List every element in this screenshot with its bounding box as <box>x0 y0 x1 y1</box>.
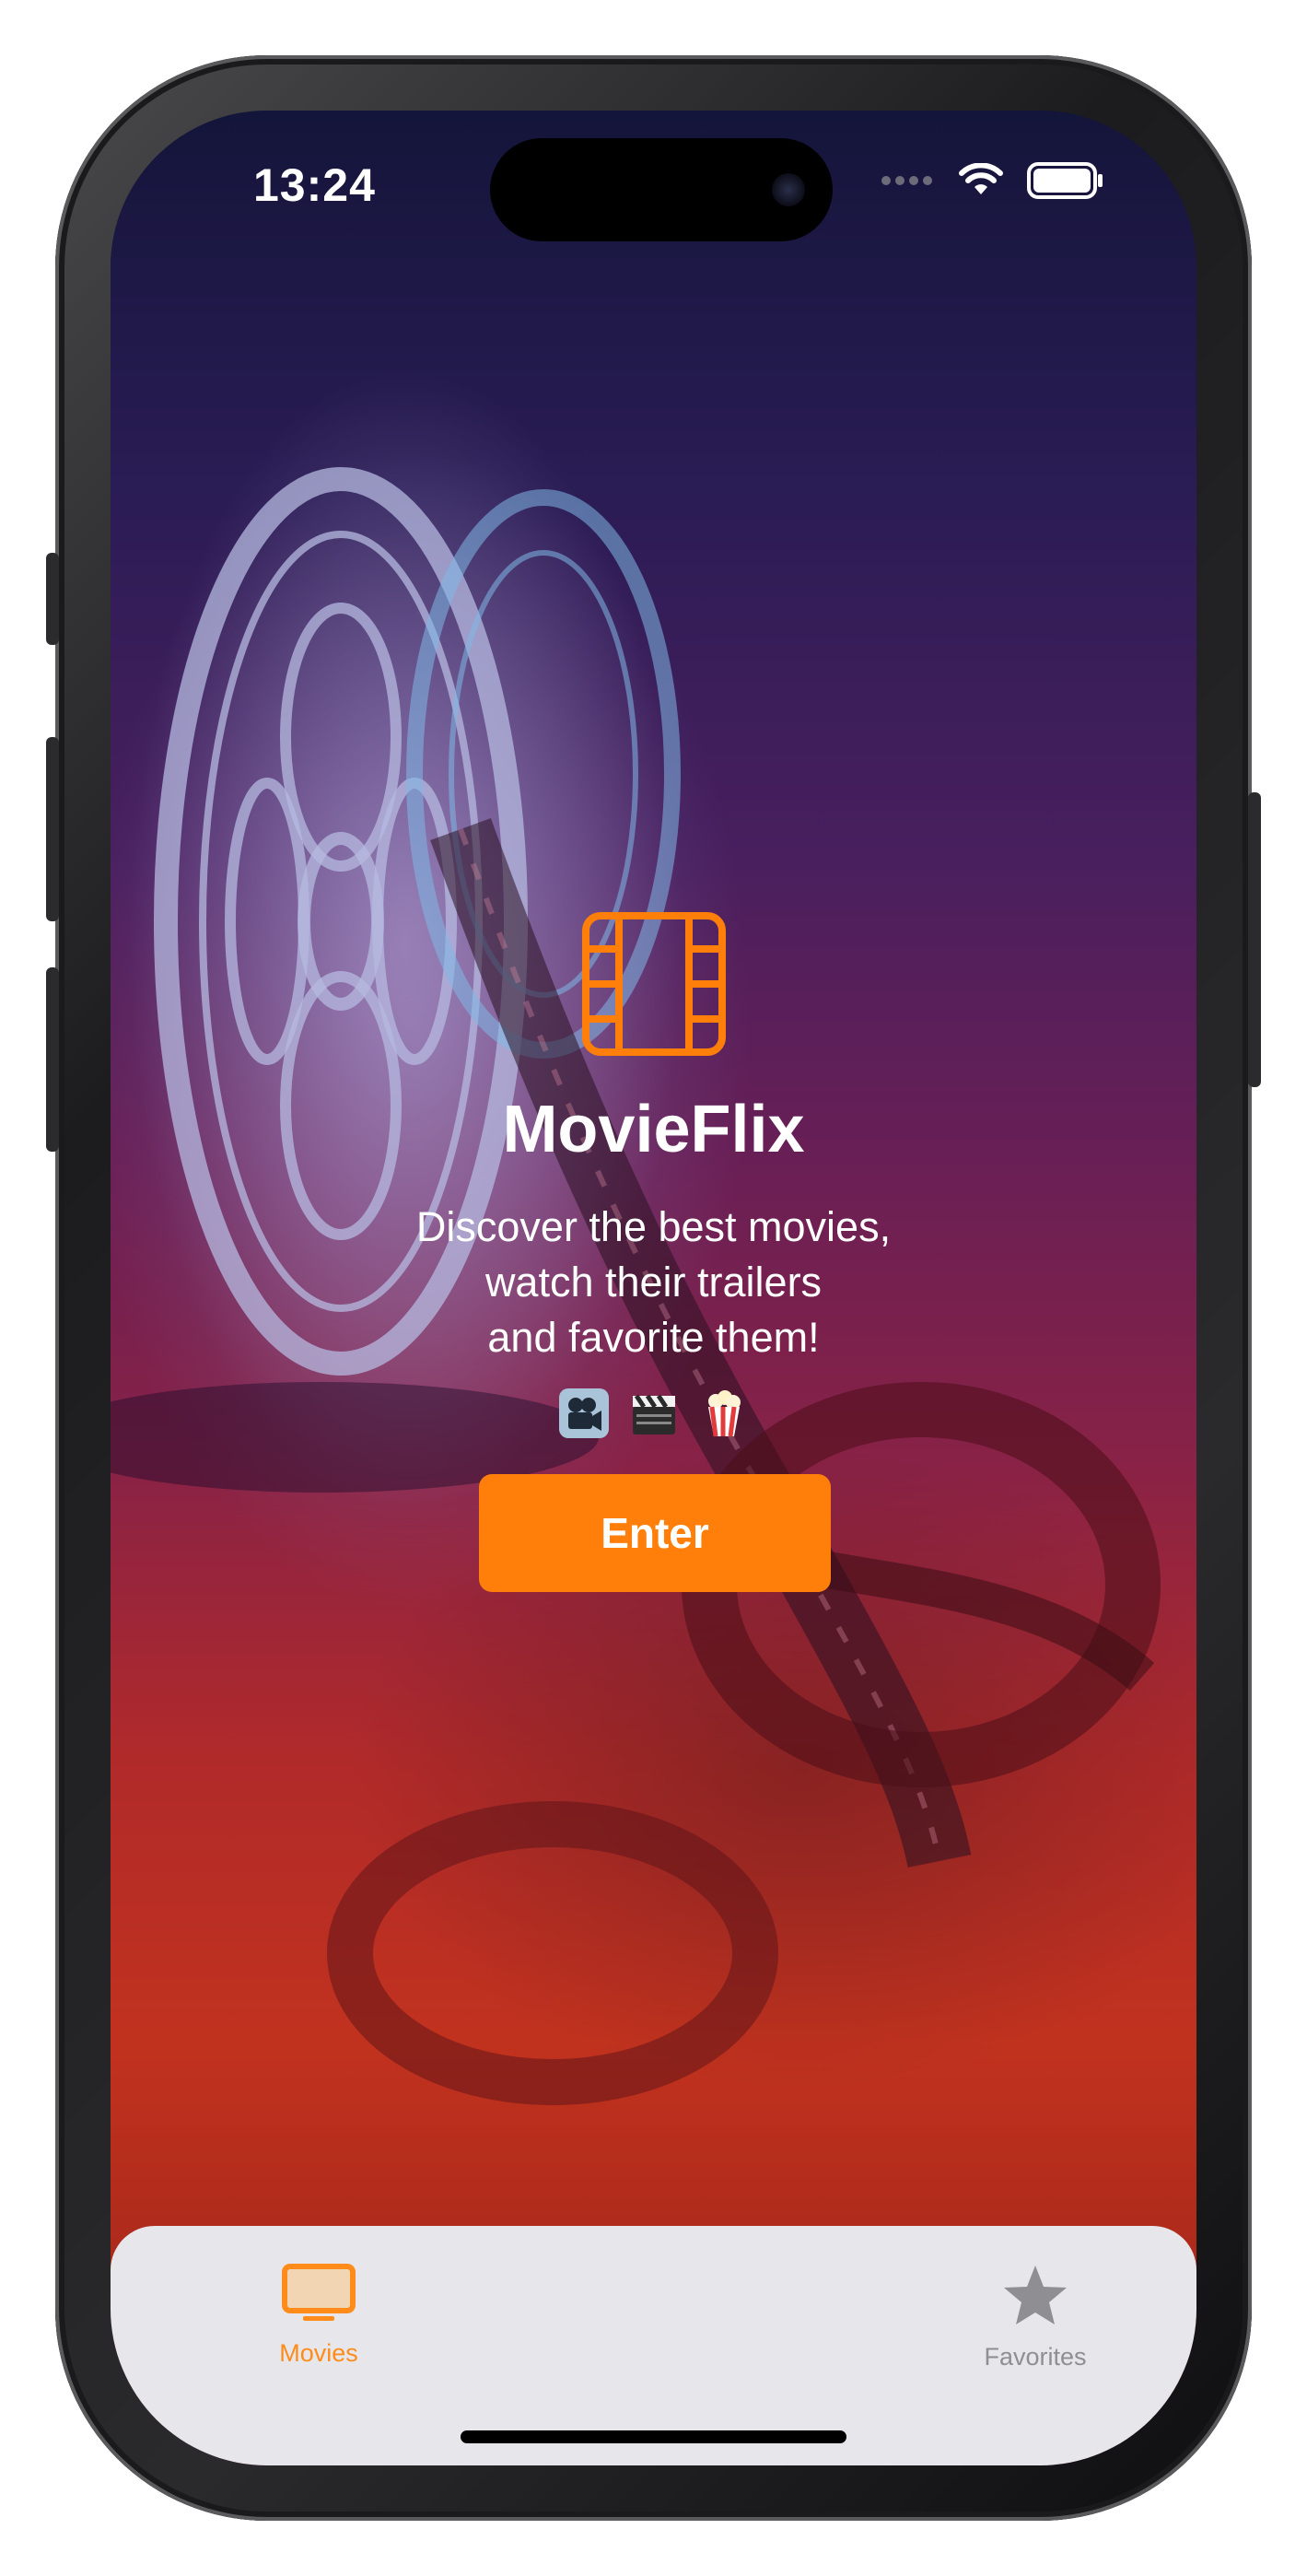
film-strip-icon <box>582 912 726 1056</box>
star-icon <box>1001 2263 1069 2332</box>
status-time: 13:24 <box>253 159 376 211</box>
tv-icon <box>281 2263 356 2328</box>
tab-bar: Movies Favorites <box>111 2226 1196 2465</box>
wifi-icon <box>959 162 1003 203</box>
popcorn-icon <box>697 1387 751 1440</box>
volume-down-button <box>46 967 59 1152</box>
movie-camera-icon <box>557 1387 611 1440</box>
power-button <box>1248 792 1261 1087</box>
status-bar: 13:24 <box>111 111 1196 267</box>
app-description: Discover the best movies, watch their tr… <box>415 1203 892 1361</box>
volume-up-button <box>46 737 59 921</box>
app-title: MovieFlix <box>502 1093 805 1166</box>
tab-movies-label: Movies <box>279 2339 358 2367</box>
front-camera <box>772 173 805 206</box>
clapper-board-icon <box>627 1387 681 1440</box>
status-indicators <box>880 162 1104 204</box>
emoji-row <box>111 1387 1196 1440</box>
dynamic-island <box>490 138 833 241</box>
cellular-signal-icon <box>880 174 935 192</box>
screen: 13:24 MovieFlix Discover the best movies… <box>111 111 1196 2465</box>
tab-favorites[interactable]: Favorites <box>925 2263 1146 2383</box>
tab-favorites-label: Favorites <box>984 2343 1087 2371</box>
enter-button[interactable]: Enter <box>479 1474 831 1592</box>
battery-icon <box>1027 162 1104 204</box>
action-button <box>46 553 59 645</box>
home-indicator <box>461 2430 846 2443</box>
tab-movies[interactable]: Movies <box>208 2263 429 2383</box>
